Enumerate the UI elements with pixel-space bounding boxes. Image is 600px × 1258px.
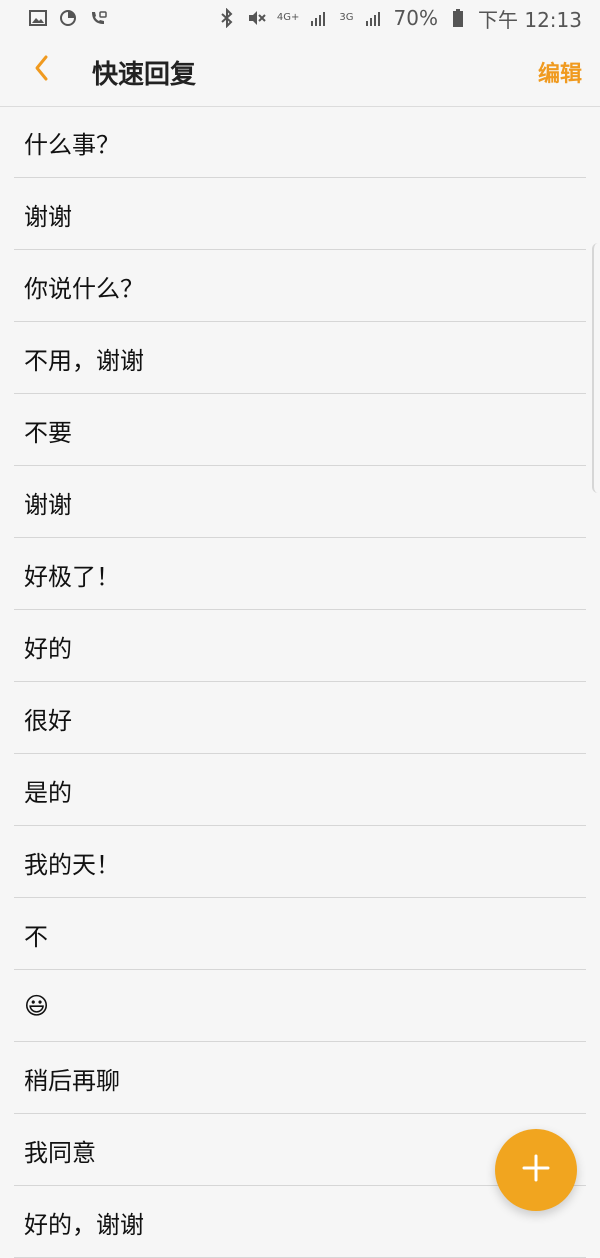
battery-icon bbox=[448, 8, 468, 28]
quick-reply-label: 不 bbox=[24, 922, 48, 951]
quick-reply-item[interactable]: 😃 bbox=[0, 970, 600, 1042]
quick-reply-label: 不用，谢谢 bbox=[24, 346, 144, 375]
quick-reply-item[interactable]: 不 bbox=[0, 898, 600, 970]
quick-reply-label: 什么事？ bbox=[24, 130, 120, 159]
scroll-indicator[interactable] bbox=[592, 243, 600, 493]
add-reply-button[interactable] bbox=[495, 1129, 577, 1211]
quick-reply-label: 我的天！ bbox=[24, 850, 120, 879]
quick-reply-item[interactable]: 什么事？ bbox=[0, 106, 600, 178]
quick-reply-item[interactable]: 你说什么？ bbox=[0, 250, 600, 322]
quick-reply-label: 稍后再聊 bbox=[24, 1066, 120, 1095]
quick-reply-label: 很好 bbox=[24, 706, 72, 735]
mute-vibrate-icon bbox=[247, 8, 267, 28]
wifi-calling-icon bbox=[88, 8, 108, 28]
battery-percent: 70% bbox=[393, 6, 438, 30]
quick-reply-label: 好极了！ bbox=[24, 562, 120, 591]
quick-reply-label: 我同意 bbox=[24, 1138, 96, 1167]
bluetooth-icon bbox=[217, 8, 237, 28]
gallery-icon bbox=[28, 8, 48, 28]
quick-reply-label: 😃 bbox=[24, 992, 50, 1020]
signal-icon-secondary bbox=[364, 8, 384, 28]
plus-icon bbox=[519, 1151, 553, 1189]
data-usage-icon bbox=[58, 8, 78, 28]
quick-reply-label: 好的，谢谢 bbox=[24, 1210, 144, 1239]
chevron-left-icon bbox=[30, 54, 54, 86]
clock: 下午 12:13 bbox=[478, 7, 582, 32]
quick-reply-item[interactable]: 不要 bbox=[0, 394, 600, 466]
quick-reply-item[interactable]: 谢谢 bbox=[0, 178, 600, 250]
app-bar: 快速回复 编辑 bbox=[0, 36, 600, 107]
quick-reply-item[interactable]: 稍后再聊 bbox=[0, 1042, 600, 1114]
quick-reply-list: 什么事？ 谢谢 你说什么？ 不用，谢谢 不要 谢谢 好极了！ 好的 很好 是的 我的天！不 😃 稍后再聊… bbox=[0, 106, 600, 1258]
quick-reply-label: 你说什么？ bbox=[24, 274, 144, 303]
status-right: 4G+ 3G 70% 下午 12:13 bbox=[217, 4, 582, 33]
back-button[interactable] bbox=[26, 54, 58, 86]
quick-reply-item[interactable]: 我的天！ bbox=[0, 826, 600, 898]
quick-reply-item[interactable]: 好极了！ bbox=[0, 538, 600, 610]
quick-reply-item[interactable]: 谢谢 bbox=[0, 466, 600, 538]
signal-icon bbox=[309, 8, 329, 28]
edit-button[interactable]: 编辑 bbox=[538, 56, 582, 88]
quick-reply-item[interactable]: 很好 bbox=[0, 682, 600, 754]
network-type-secondary: 3G bbox=[339, 12, 354, 23]
network-type: 4G+ bbox=[276, 12, 300, 23]
page-title: 快速回复 bbox=[92, 60, 197, 90]
quick-reply-item[interactable]: 是的 bbox=[0, 754, 600, 826]
quick-reply-label: 谢谢 bbox=[24, 202, 72, 231]
quick-reply-label: 好的 bbox=[24, 634, 72, 663]
status-left bbox=[28, 8, 108, 28]
quick-reply-label: 不要 bbox=[24, 418, 72, 447]
status-bar: 4G+ 3G 70% 下午 12:13 bbox=[0, 0, 600, 36]
quick-reply-item[interactable]: 好的 bbox=[0, 610, 600, 682]
quick-reply-label: 谢谢 bbox=[24, 490, 72, 519]
quick-reply-label: 是的 bbox=[24, 778, 72, 807]
quick-reply-item[interactable]: 不用，谢谢 bbox=[0, 322, 600, 394]
